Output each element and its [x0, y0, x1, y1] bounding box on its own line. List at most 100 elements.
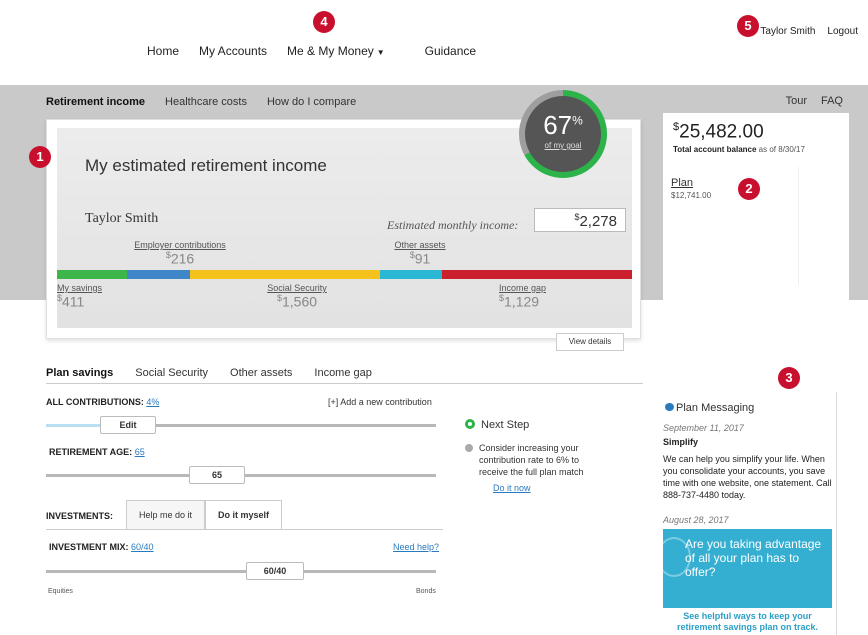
callout-badge-1: 1 [29, 146, 51, 168]
nav-me-and-my-money[interactable]: Me & My Money ▼ [287, 44, 405, 58]
next-step-text: Consider increasing your contribution ra… [479, 443, 584, 477]
other-assets: Other assets $91 [375, 240, 465, 267]
tab-social-security[interactable]: Social Security [135, 367, 208, 379]
account-balance-card: $25,482.00 Total account balance as of 8… [663, 113, 849, 300]
income-gap-value: $1,129 [499, 293, 540, 310]
message-title: Simplify [663, 437, 699, 447]
segment-savings-green [57, 270, 127, 279]
nav-guidance[interactable]: Guidance [425, 44, 476, 58]
callout-badge-4: 4 [313, 11, 335, 33]
contribution-slider-fill [46, 424, 106, 427]
bonds-label: Bonds [416, 588, 436, 595]
monthly-income-label: Estimated monthly income: [387, 218, 519, 232]
message-date-2: August 28, 2017 [663, 515, 729, 525]
plan-tabs: Plan savings Social Security Other asset… [46, 367, 372, 379]
contributions-label-text: ALL CONTRIBUTIONS: [46, 397, 144, 407]
chevron-down-icon: ▼ [376, 48, 385, 57]
next-step-icon [465, 419, 475, 429]
plan-messaging-heading: Plan Messaging [665, 402, 754, 414]
goal-percent-value: 67 [543, 110, 573, 140]
logout-link[interactable]: Logout [827, 26, 858, 37]
total-balance-label: Total account balance as of 8/30/17 [673, 145, 805, 154]
add-contribution-link[interactable]: [+] Add a new contribution [328, 397, 432, 407]
segment-income-gap-red [442, 270, 632, 279]
plan-balance: $12,741.00 [671, 191, 712, 200]
investment-mix-link[interactable]: 60/40 [131, 542, 154, 552]
total-balance: $25,482.00 [673, 121, 764, 143]
investments-divider [46, 529, 443, 530]
tab-plan-savings[interactable]: Plan savings [46, 367, 113, 379]
other-assets-amount: 91 [414, 250, 431, 267]
investment-mix-label-text: INVESTMENT MIX: [49, 542, 129, 552]
investment-mix-slider[interactable] [46, 570, 436, 573]
social-security-value: $1,560 [276, 293, 318, 310]
income-gap-amount: 1,129 [504, 293, 540, 310]
employer-value: $216 [165, 250, 195, 267]
my-savings-label[interactable]: My savings [57, 283, 137, 293]
tour-link[interactable]: Tour [786, 95, 807, 107]
nav-me-and-my-money-label: Me & My Money [287, 44, 374, 58]
of-my-goal-link[interactable]: of my goal [525, 141, 601, 150]
monthly-income-value: $2,278 [534, 208, 626, 232]
retirement-age-link[interactable]: 65 [135, 447, 145, 457]
monthly-income-amount: 2,278 [579, 213, 617, 230]
contribution-edit-button[interactable]: Edit [100, 416, 156, 434]
contribution-pct-link[interactable]: 4% [146, 397, 159, 407]
employer-contributions: Employer contributions $216 [115, 240, 245, 267]
income-gap-label[interactable]: Income gap [499, 283, 579, 293]
tab-income-gap[interactable]: Income gap [314, 367, 371, 379]
other-assets-value: $91 [409, 250, 431, 267]
tab-help-me-do-it[interactable]: Help me do it [126, 500, 206, 530]
tab-do-it-myself[interactable]: Do it myself [205, 500, 283, 530]
goal-gauge-face: 67% of my goal [525, 96, 601, 172]
panel-title: My estimated retirement income [85, 156, 327, 175]
tab-healthcare-costs[interactable]: Healthcare costs [165, 96, 247, 108]
employer-amount: 216 [170, 250, 195, 267]
total-balance-value: 25,482.00 [679, 121, 764, 143]
message-body: We can help you simplify your life. When… [663, 454, 832, 500]
promo-banner[interactable]: Are you taking advantage of all your pla… [657, 529, 832, 635]
balance-as-of: as of 8/30/17 [758, 145, 805, 154]
callout-badge-2: 2 [738, 178, 760, 200]
message-date: September 11, 2017 [663, 423, 744, 433]
promo-text: Are you taking advantage of all your pla… [685, 537, 822, 579]
nav-my-accounts[interactable]: My Accounts [199, 44, 267, 58]
tab-other-assets[interactable]: Other assets [230, 367, 292, 379]
need-help-link[interactable]: Need help? [393, 542, 439, 552]
investment-mix-label: INVESTMENT MIX: 60/40 [49, 542, 154, 552]
social-security: Social Security $1,560 [247, 283, 347, 310]
tab-retirement-income[interactable]: Retirement income [46, 96, 145, 108]
investments-label: INVESTMENTS: [46, 511, 114, 521]
income-segments-bar [57, 270, 632, 279]
investment-mix-handle[interactable]: 60/40 [246, 562, 304, 580]
next-step-heading: Next Step [465, 419, 529, 431]
promo-link[interactable]: See helpful ways to keep your retirement… [663, 608, 832, 635]
my-savings-amount: 411 [62, 293, 85, 310]
social-security-label[interactable]: Social Security [247, 283, 347, 293]
retirement-age-handle[interactable]: 65 [189, 466, 245, 484]
help-links: Tour FAQ [786, 95, 843, 107]
view-details-button[interactable]: View details [556, 333, 624, 351]
employer-label[interactable]: Employer contributions [115, 240, 245, 250]
segment-employer-blue [127, 270, 190, 279]
callout-badge-5: 5 [737, 15, 759, 37]
other-assets-label[interactable]: Other assets [375, 240, 465, 250]
retirement-age-label: RETIREMENT AGE: 65 [49, 447, 145, 457]
segment-social-security-yellow [190, 270, 380, 279]
investment-mode-tabs: Help me do it Do it myself [126, 500, 283, 530]
check-icon [465, 444, 473, 452]
plan-link[interactable]: Plan [671, 177, 798, 189]
faq-link[interactable]: FAQ [821, 95, 843, 107]
plan-card[interactable]: Plan $12,741.00 [671, 167, 799, 285]
user-name-link[interactable]: Taylor Smith [760, 26, 815, 37]
income-gap: Income gap $1,129 [499, 283, 579, 310]
sub-tabs: Retirement income Healthcare costs How d… [46, 96, 356, 108]
tab-how-do-i-compare[interactable]: How do I compare [267, 96, 356, 108]
top-navigation: Home My Accounts Me & My Money ▼ Guidance… [0, 0, 868, 85]
divider [46, 383, 643, 384]
retirement-age-label-text: RETIREMENT AGE: [49, 447, 133, 457]
nav-home[interactable]: Home [147, 44, 179, 58]
do-it-now-link[interactable]: Do it now [493, 483, 531, 493]
person-name: Taylor Smith [85, 211, 159, 226]
equities-label: Equities [48, 588, 73, 595]
